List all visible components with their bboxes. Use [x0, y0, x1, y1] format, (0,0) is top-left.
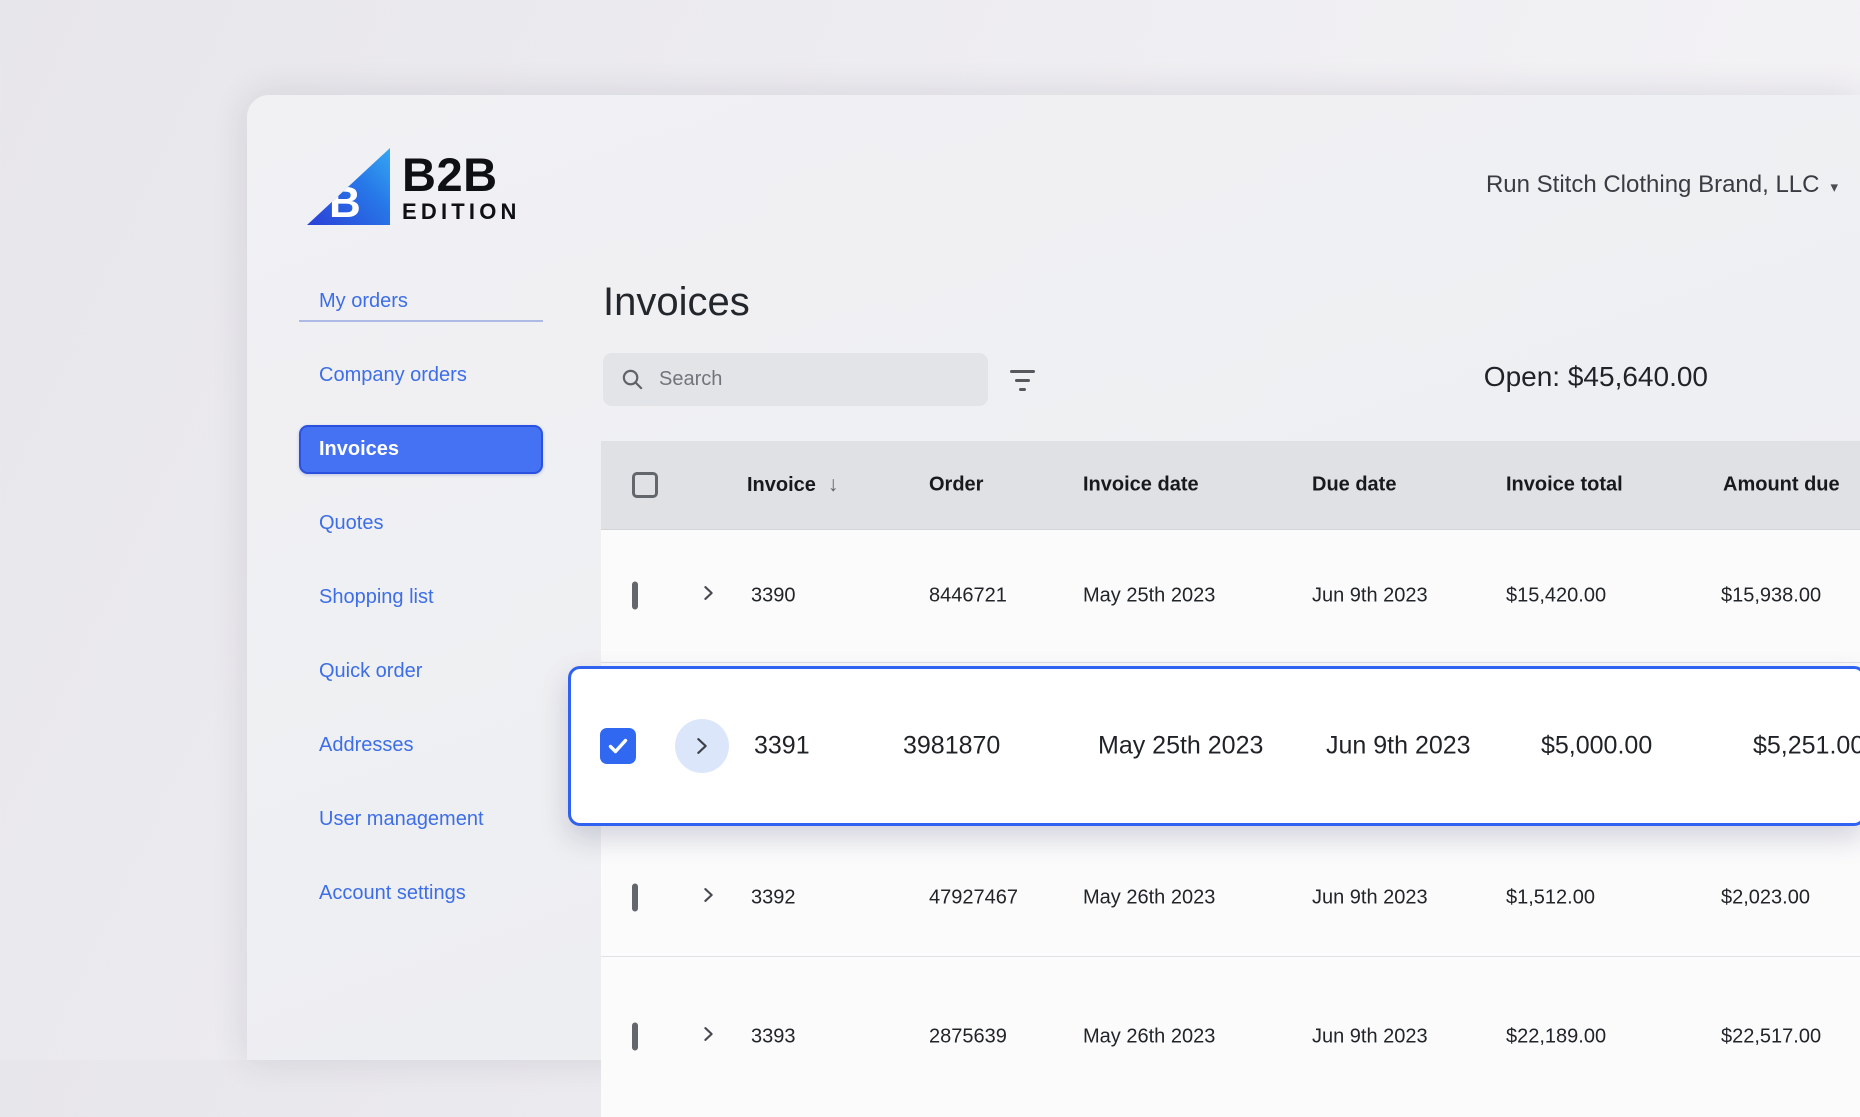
filter-icon[interactable] — [1000, 359, 1044, 401]
row-checkbox[interactable] — [632, 884, 638, 912]
sidebar-item-user-management[interactable]: User management — [299, 808, 484, 831]
table-row[interactable]: 3392 47927467 May 26th 2023 Jun 9th 2023… — [601, 840, 1860, 957]
cell-due-date: Jun 9th 2023 — [1326, 732, 1471, 761]
logo-line2: EDITION — [402, 199, 521, 225]
selected-invoice-row[interactable]: 3391 3981870 May 25th 2023 Jun 9th 2023 … — [568, 666, 1860, 826]
sidebar-item-quick-order[interactable]: Quick order — [299, 660, 422, 683]
cell-order: 3981870 — [903, 732, 1000, 761]
sidebar-item-account-settings[interactable]: Account settings — [299, 882, 466, 905]
expand-chevron-icon[interactable] — [699, 886, 718, 905]
column-header-due-date[interactable]: Due date — [1312, 474, 1396, 497]
table-row[interactable]: 3393 2875639 May 26th 2023 Jun 9th 2023 … — [601, 957, 1860, 1117]
bigcommerce-triangle-logo-icon: B — [307, 148, 390, 225]
select-all-checkbox[interactable] — [632, 472, 658, 498]
page-title: Invoices — [603, 280, 750, 325]
sidebar-item-quotes[interactable]: Quotes — [299, 512, 383, 535]
sidebar-item-my-orders[interactable]: My orders — [299, 290, 408, 313]
search-icon — [621, 368, 644, 391]
expand-chevron-icon[interactable] — [699, 584, 718, 603]
cell-amount-due: $2,023.00 — [1721, 887, 1810, 910]
column-header-invoice-date[interactable]: Invoice date — [1083, 474, 1199, 497]
cell-invoice: 3390 — [751, 585, 796, 608]
expand-chevron-icon[interactable] — [699, 1025, 718, 1044]
logo-text: B2B EDITION — [402, 153, 521, 225]
logo-line1: B2B — [402, 153, 521, 196]
column-header-order[interactable]: Order — [929, 474, 983, 497]
company-selector[interactable]: Run Stitch Clothing Brand, LLC ▾ — [1486, 171, 1838, 199]
sidebar-item-invoices-label: Invoices — [301, 438, 399, 461]
expand-chevron-button[interactable] — [675, 719, 729, 773]
cell-invoice-date: May 26th 2023 — [1083, 1026, 1215, 1049]
cell-amount-due: $15,938.00 — [1721, 585, 1821, 608]
app-window: B B2B EDITION Run Stitch Clothing Brand,… — [247, 95, 1860, 1060]
cell-invoice: 3392 — [751, 887, 796, 910]
cell-order: 2875639 — [929, 1026, 1007, 1049]
sidebar-nav: My orders Company orders Invoices Quotes… — [299, 264, 543, 930]
cell-invoice-date: May 25th 2023 — [1098, 732, 1263, 761]
column-header-invoice[interactable]: Invoice ↓ — [747, 473, 838, 497]
sidebar-divider — [299, 320, 543, 322]
caret-down-icon: ▾ — [1830, 174, 1838, 196]
company-name: Run Stitch Clothing Brand, LLC — [1486, 171, 1820, 199]
b2b-edition-logo: B B2B EDITION — [307, 148, 521, 225]
cell-due-date: Jun 9th 2023 — [1312, 1026, 1428, 1049]
sidebar-item-addresses[interactable]: Addresses — [299, 734, 414, 757]
row-checkbox[interactable] — [632, 1023, 638, 1051]
search-bar[interactable] — [603, 353, 988, 406]
cell-invoice-total: $15,420.00 — [1506, 585, 1606, 608]
cell-amount-due: $22,517.00 — [1721, 1026, 1821, 1049]
table-row[interactable]: 3390 8446721 May 25th 2023 Jun 9th 2023 … — [601, 530, 1860, 663]
column-header-invoice-label: Invoice — [747, 474, 816, 497]
cell-amount-due: $5,251.00 — [1753, 732, 1860, 761]
cell-invoice: 3393 — [751, 1026, 796, 1049]
column-header-invoice-total[interactable]: Invoice total — [1506, 474, 1623, 497]
logo-letter: B — [329, 181, 361, 225]
cell-invoice: 3391 — [754, 732, 810, 761]
expand-chevron-icon — [691, 735, 713, 757]
column-header-amount-due[interactable]: Amount due — [1723, 474, 1840, 497]
search-input[interactable] — [657, 367, 961, 392]
cell-invoice-date: May 26th 2023 — [1083, 887, 1215, 910]
cell-due-date: Jun 9th 2023 — [1312, 585, 1428, 608]
open-invoices-total: Open: $45,640.00 — [1484, 361, 1708, 393]
sidebar-item-company-orders[interactable]: Company orders — [299, 364, 467, 387]
cell-invoice-total: $22,189.00 — [1506, 1026, 1606, 1049]
sidebar-item-shopping-list[interactable]: Shopping list — [299, 586, 434, 609]
sidebar-item-invoices-active[interactable]: Invoices — [299, 425, 543, 474]
checkmark-icon — [606, 734, 630, 758]
sort-descending-icon[interactable]: ↓ — [828, 473, 839, 497]
cell-invoice-date: May 25th 2023 — [1083, 585, 1215, 608]
cell-invoice-total: $1,512.00 — [1506, 887, 1595, 910]
cell-invoice-total: $5,000.00 — [1541, 732, 1652, 761]
row-checkbox[interactable] — [632, 582, 638, 610]
row-checkbox-checked[interactable] — [600, 728, 636, 764]
cell-due-date: Jun 9th 2023 — [1312, 887, 1428, 910]
cell-order: 8446721 — [929, 585, 1007, 608]
table-header-row: Invoice ↓ Order Invoice date Due date In… — [601, 441, 1860, 530]
cell-order: 47927467 — [929, 887, 1018, 910]
